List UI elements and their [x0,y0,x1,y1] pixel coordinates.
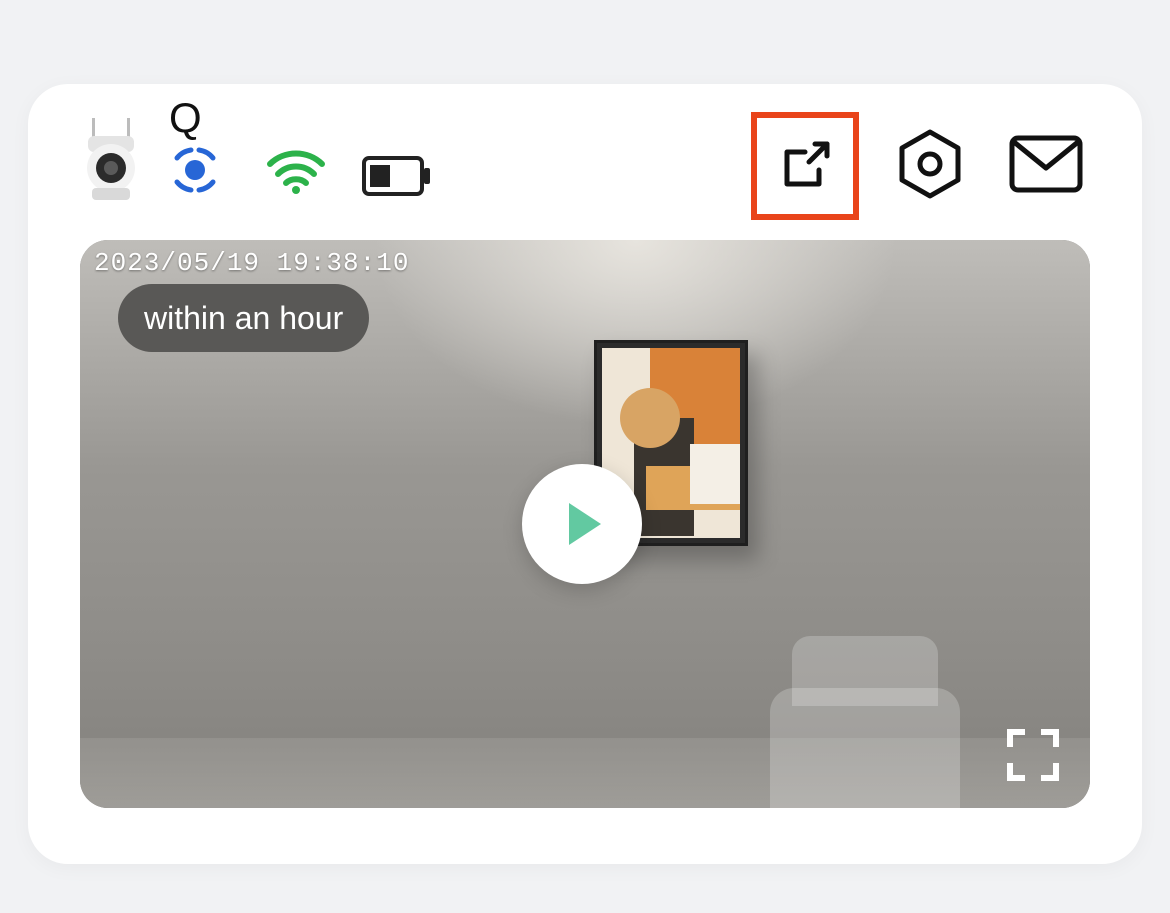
messages-button[interactable] [1008,126,1084,202]
device-card: Q [28,84,1142,864]
last-activity-badge: within an hour [118,284,369,352]
camera-thumbnail-icon [82,118,140,200]
settings-button[interactable] [892,126,968,202]
battery-icon [362,156,432,196]
fullscreen-button[interactable] [1006,728,1060,782]
motion-detection-icon [169,144,221,196]
video-chair [770,688,960,808]
device-header: Q [28,84,1142,240]
share-button[interactable] [751,112,859,220]
wifi-icon [266,150,326,194]
video-timestamp: 2023/05/19 19:38:10 [94,248,409,278]
last-activity-text: within an hour [144,300,343,337]
device-name: Q [169,94,202,142]
video-preview[interactable]: 2023/05/19 19:38:10 within an hour [80,240,1090,808]
play-button[interactable] [522,464,642,584]
